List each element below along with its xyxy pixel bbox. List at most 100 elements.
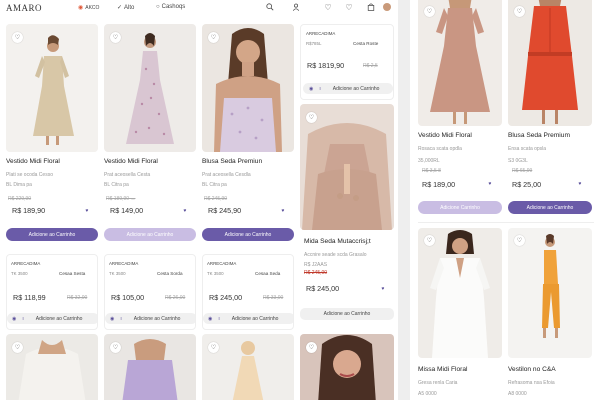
nav-label: Alto [124, 4, 135, 11]
add-to-cart-bar[interactable]: ◉ ı Adicione ao Carrinho [105, 313, 195, 324]
heart-icon[interactable]: ♡ [208, 342, 219, 353]
heart-icon[interactable]: ♡ [12, 32, 23, 43]
cart-icon: ◉ [208, 315, 213, 322]
add-to-cart-label: Adicione ao Carrinho [133, 315, 181, 322]
nav-item-cashoqs[interactable]: ○ Cashoqs [156, 4, 185, 10]
cart-icon: ◉ [309, 85, 314, 92]
product-tag: ARRECADIMA [109, 261, 139, 266]
add-to-cart-label: Adicione ao Carrinho [231, 315, 279, 322]
bag-icon[interactable] [366, 2, 376, 12]
old-price: R$ 245,90 [204, 196, 228, 202]
avatar[interactable] [382, 2, 392, 12]
product-description: A5 0000 [418, 391, 437, 397]
add-to-cart-button[interactable]: Adicione ao Carrinho [300, 308, 394, 320]
nav-item-alto[interactable]: ✓ Alto [117, 4, 135, 12]
product-image[interactable] [104, 24, 196, 152]
favorites-icon[interactable]: ♡ [344, 2, 354, 12]
product-tag: ARRECADIMA [306, 31, 336, 36]
product-name: Missa Midi Floral [418, 366, 468, 373]
add-to-cart-button[interactable]: Adicione ao Carrinho [508, 201, 592, 214]
product-description: A8 0000 [508, 391, 527, 397]
panel-divider [398, 0, 410, 400]
heart-icon[interactable]: ♡ [306, 112, 317, 123]
product-price: R$ 245,00 [209, 293, 243, 302]
mini-product-card[interactable]: ARRECADIMA TK 3500 Cesaa Sesta R$ 118,99… [6, 254, 98, 330]
heart-small-icon[interactable]: ♥ [182, 208, 188, 214]
product-description: Refrasoma nsa Efoia [508, 380, 555, 386]
nav-label: Cashoqs [161, 4, 186, 10]
heart-icon[interactable]: ♡ [306, 342, 317, 353]
product-image[interactable] [418, 0, 502, 126]
heart-icon[interactable]: ♡ [424, 6, 435, 17]
mini-product-card[interactable]: ARRECADIMA R$785L Cesta Roste R$ 1819,90… [300, 24, 394, 100]
search-icon[interactable] [265, 2, 275, 12]
heart-icon[interactable]: ♡ [514, 6, 525, 17]
product-name: Vestilon no C&A [508, 366, 556, 373]
heart-small-icon[interactable]: ♥ [380, 286, 386, 292]
add-to-cart-button[interactable]: Adicione ao Carrinho [6, 228, 98, 241]
old-price: R$ 189,90 ↔ [106, 196, 136, 202]
old-price: R$ 32,00 [67, 295, 88, 301]
add-to-cart-bar[interactable]: ◉ ı Adicione ao Carrinho [7, 313, 97, 324]
product-price: R$ 189,00 [422, 180, 456, 189]
nav-item-akco[interactable]: ◉ AKCO [78, 4, 99, 12]
heart-icon[interactable]: ♡ [110, 32, 121, 43]
product-description: BL Citra pa [202, 182, 227, 188]
wishlist-icon[interactable]: ♡ [323, 2, 333, 12]
product-image[interactable] [202, 24, 294, 152]
old-price: R$ 245,00 [304, 270, 328, 276]
heart-small-icon[interactable]: ♥ [577, 181, 583, 187]
old-price: R$ 65,99 [512, 168, 533, 174]
product-description: Prat aceosella Cesdla [202, 172, 251, 178]
heart-small-icon[interactable]: ♥ [280, 208, 286, 214]
product-image[interactable] [6, 24, 98, 152]
add-to-cart-button[interactable]: Adicione ao Carrinho [104, 228, 196, 241]
product-card[interactable]: ♡ Blusa Seda Premiun Prat aceosella Cesd… [202, 24, 294, 246]
brand-logo[interactable]: AMARO [6, 3, 42, 13]
product-code: R$785L [306, 41, 322, 46]
user-icon[interactable] [291, 2, 301, 12]
product-price: R$ 149,00 [110, 206, 144, 215]
add-to-cart-button[interactable]: Adicione Carrinho [418, 201, 502, 214]
product-description: BL Citra pa [104, 182, 129, 188]
count-icon: ı [120, 315, 122, 322]
heart-small-icon[interactable]: ♥ [487, 181, 493, 187]
product-image[interactable] [508, 228, 592, 358]
product-image[interactable] [300, 104, 394, 230]
product-card[interactable]: ♡ Vestido Midi Floral Prat aceosella Ces… [104, 24, 196, 246]
product-description: Prat aceosella Cesta [104, 172, 151, 178]
product-card[interactable]: ♡ Vestido Midi Floral Plati se ocoda Ces… [6, 24, 98, 246]
heart-small-icon[interactable]: ♥ [84, 208, 90, 214]
heart-icon[interactable]: ♡ [12, 342, 23, 353]
mini-product-card[interactable]: ARRECADIMA TK 3500 Cesta Sorda R$ 105,00… [104, 254, 196, 330]
product-store: Cesta Roste [353, 41, 379, 46]
add-to-cart-bar[interactable]: ◉ ı Adicione ao Carrinho [303, 83, 393, 94]
product-image[interactable] [418, 228, 502, 358]
product-tag: ARRECADIMA [11, 261, 41, 266]
product-price: R$ 25,00 [512, 180, 542, 189]
product-store: Cesaa Seda [255, 271, 281, 276]
product-name: Vestido Midi Floral [104, 158, 158, 165]
add-to-cart-button[interactable]: Adicione ao Carrinho [202, 228, 294, 241]
heart-icon[interactable]: ♡ [424, 235, 435, 246]
product-name: Blusa Seda Premiun [202, 158, 263, 165]
product-name: Mida Seda Mutaccrisj;t [304, 238, 371, 245]
product-description: Rosaca scata opdla [418, 146, 462, 152]
add-to-cart-bar[interactable]: ◉ ı Adicione ao Carrinho [203, 313, 293, 324]
product-description: Ensa scata opsla [508, 146, 547, 152]
add-to-cart-label: Adicione ao Carrinho [35, 315, 83, 322]
product-image[interactable] [508, 0, 592, 126]
mini-product-card[interactable]: ARRECADIMA TK 3500 Cesaa Seda R$ 245,00 … [202, 254, 294, 330]
product-name: Blusa Seda Premium [508, 132, 570, 139]
count-icon: ı [22, 315, 24, 322]
product-price: R$ 1819,90 [307, 61, 345, 70]
product-code: TK 3500 [207, 271, 224, 276]
heart-icon[interactable]: ♡ [208, 32, 219, 43]
product-card[interactable]: ♡ Mida Seda Mutaccrisj;t Accnire seade s… [300, 104, 394, 324]
product-store: Cesta Sorda [157, 271, 183, 276]
heart-icon[interactable]: ♡ [110, 342, 121, 353]
product-description: BL Dima pa [6, 182, 32, 188]
old-price: R$ 26,00 [165, 295, 186, 301]
heart-icon[interactable]: ♡ [514, 235, 525, 246]
product-name: Vestido Midi Floral [418, 132, 472, 139]
